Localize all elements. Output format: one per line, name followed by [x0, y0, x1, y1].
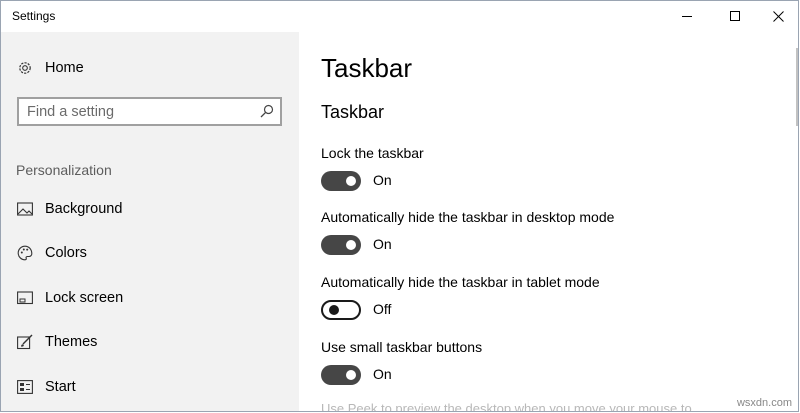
sidebar-item-background[interactable]: Background: [1, 194, 299, 224]
lock-screen-icon: [16, 289, 34, 307]
window-title: Settings: [12, 9, 56, 23]
toggle-knob: [346, 240, 356, 250]
toggle-state: On: [373, 366, 392, 382]
setting-autohide-tablet: Automatically hide the taskbar in tablet…: [321, 274, 791, 321]
autohide-desktop-toggle[interactable]: [321, 235, 361, 255]
palette-icon: [16, 244, 34, 262]
sidebar-item-home[interactable]: Home: [1, 54, 299, 82]
sidebar-item-label: Start: [45, 379, 76, 395]
small-buttons-toggle[interactable]: [321, 365, 361, 385]
maximize-icon: [729, 11, 740, 21]
settings-window: Settings Home Personalization: [0, 0, 799, 412]
minimize-icon: [681, 16, 692, 17]
toggle-row: Off: [321, 299, 791, 321]
setting-autohide-desktop: Automatically hide the taskbar in deskto…: [321, 209, 791, 256]
picture-icon: [16, 200, 34, 218]
lock-taskbar-toggle[interactable]: [321, 171, 361, 191]
search-icon[interactable]: [260, 104, 274, 123]
setting-label: Automatically hide the taskbar in tablet…: [321, 274, 600, 290]
main-content: Taskbar Taskbar Lock the taskbar On Auto…: [299, 32, 798, 412]
setting-lock-taskbar: Lock the taskbar On: [321, 145, 791, 192]
setting-label: Automatically hide the taskbar in deskto…: [321, 209, 615, 225]
scrollbar-thumb[interactable]: [796, 48, 798, 126]
search-box[interactable]: [17, 97, 282, 126]
toggle-knob: [329, 305, 339, 315]
minimize-button[interactable]: [664, 1, 710, 32]
search-input[interactable]: [27, 102, 252, 121]
brush-icon: [16, 333, 34, 351]
setting-label: Use small taskbar buttons: [321, 339, 483, 355]
setting-small-buttons: Use small taskbar buttons On: [321, 339, 791, 386]
toggle-row: On: [321, 234, 791, 256]
sidebar-item-lock-screen[interactable]: Lock screen: [1, 283, 299, 313]
scrollbar[interactable]: [794, 32, 798, 411]
page-title: Taskbar: [321, 53, 413, 83]
sidebar-item-label: Themes: [45, 334, 98, 350]
toggle-knob: [346, 176, 356, 186]
title-bar[interactable]: Settings: [1, 1, 798, 32]
sidebar: Home Personalization Background Colors: [1, 32, 299, 411]
gear-icon: [16, 59, 34, 77]
toggle-state: Off: [373, 301, 392, 317]
watermark: wsxdn.com: [736, 397, 792, 409]
start-icon: [16, 378, 34, 396]
sidebar-item-label: Background: [45, 201, 123, 217]
maximize-button[interactable]: [712, 1, 758, 32]
toggle-state: On: [373, 172, 392, 188]
sidebar-item-label: Colors: [45, 245, 87, 261]
sidebar-item-label: Lock screen: [45, 290, 124, 306]
close-button[interactable]: [755, 1, 798, 32]
sidebar-item-label: Home: [45, 60, 84, 76]
close-icon: [772, 11, 784, 22]
sidebar-item-start[interactable]: Start: [1, 372, 299, 402]
toggle-row: On: [321, 364, 791, 386]
sidebar-item-themes[interactable]: Themes: [1, 327, 299, 357]
group-title: Taskbar: [321, 102, 385, 122]
setting-label: Lock the taskbar: [321, 145, 424, 161]
setting-label-peek: Use Peek to preview the desktop when you…: [321, 401, 692, 412]
toggle-state: On: [373, 236, 392, 252]
autohide-tablet-toggle[interactable]: [321, 300, 361, 320]
sidebar-item-colors[interactable]: Colors: [1, 238, 299, 268]
toggle-knob: [346, 370, 356, 380]
section-heading-personalization: Personalization: [16, 162, 112, 178]
toggle-row: On: [321, 170, 791, 192]
